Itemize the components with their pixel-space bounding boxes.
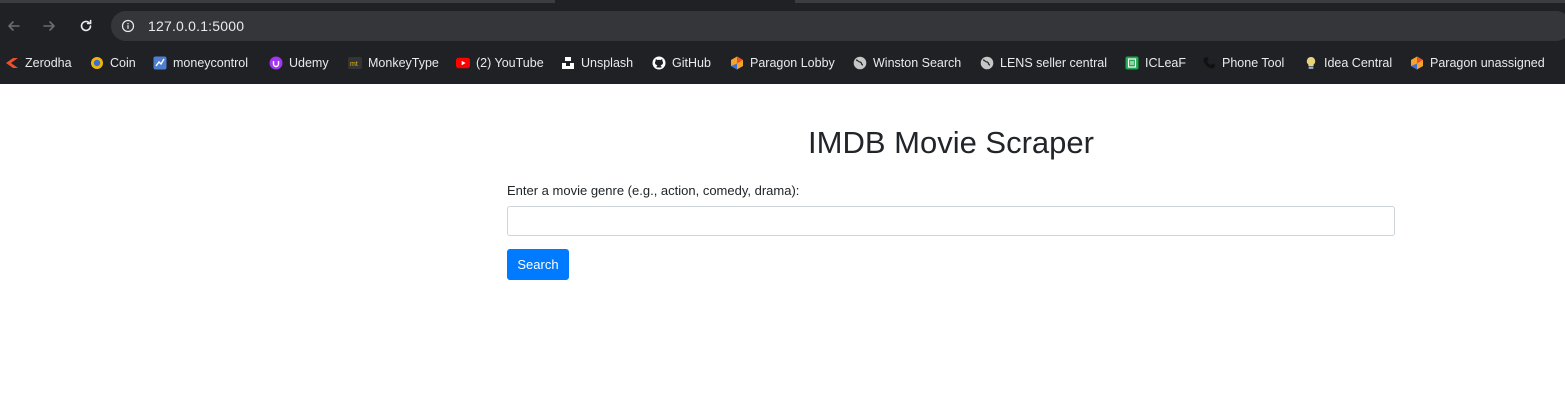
bookmark-monkeytype[interactable]: mt MonkeyType [348, 53, 439, 73]
url-text: 127.0.0.1:5000 [148, 18, 245, 34]
bookmark-label: (2) YouTube [476, 56, 544, 70]
phone-icon [1202, 56, 1216, 70]
monkeytype-icon: mt [348, 56, 362, 70]
forward-button[interactable] [37, 14, 61, 38]
browser-chrome: 127.0.0.1:5000 Zerodha Coin moneycontrol [0, 0, 1565, 84]
udemy-icon [269, 56, 283, 70]
bookmark-label: Udemy [289, 56, 329, 70]
bookmark-label: Phone Tool [1222, 56, 1285, 70]
bookmark-label: Paragon unassigned [1430, 56, 1545, 70]
bookmark-label: moneycontrol [173, 56, 249, 70]
icleaf-icon [1125, 56, 1139, 70]
page-content: IMDB Movie Scraper Enter a movie genre (… [0, 84, 1565, 408]
bookmark-github[interactable]: GitHub [652, 53, 711, 73]
bookmark-icleaf[interactable]: ICLeaF [1125, 53, 1186, 73]
bookmark-udemy[interactable]: Udemy [269, 53, 329, 73]
arrow-left-icon [8, 21, 20, 31]
bookmark-label: Winston Search [873, 56, 962, 70]
paragon-icon [730, 56, 744, 70]
browser-toolbar: 127.0.0.1:5000 [0, 9, 1565, 43]
bookmark-label: Zerodha [25, 56, 72, 70]
svg-text:mt: mt [350, 61, 358, 68]
paragon-icon [1410, 56, 1424, 70]
youtube-icon [456, 56, 470, 70]
bookmark-phone-tool[interactable]: Phone Tool [1202, 53, 1284, 73]
bookmark-label: Unsplash [581, 56, 634, 70]
page-title: IMDB Movie Scraper [808, 125, 1094, 160]
bookmark-coin[interactable]: Coin [90, 53, 136, 73]
bookmark-label: GitHub [672, 56, 711, 70]
tab-edge [795, 0, 1565, 3]
reload-icon [80, 19, 92, 32]
moneycontrol-icon [153, 56, 167, 70]
bookmark-paragon-unassigned[interactable]: Paragon unassigned [1410, 53, 1545, 73]
bookmark-zerodha[interactable]: Zerodha [5, 53, 72, 73]
bookmark-unsplash[interactable]: Unsplash [561, 53, 633, 73]
github-icon [652, 56, 666, 70]
genre-label: Enter a movie genre (e.g., action, comed… [507, 183, 800, 198]
address-bar[interactable]: 127.0.0.1:5000 [111, 11, 1565, 41]
unsplash-icon [561, 56, 575, 70]
bookmark-label: MonkeyType [368, 56, 439, 70]
lightbulb-icon [1304, 56, 1318, 70]
globe-icon [980, 56, 994, 70]
site-info-icon[interactable] [120, 18, 136, 34]
tab-edge [0, 0, 555, 3]
bookmarks-bar: Zerodha Coin moneycontrol Udemy mt Monke… [0, 49, 1565, 77]
bookmark-label: Idea Central [1324, 56, 1393, 70]
coin-icon [90, 56, 104, 70]
reload-button[interactable] [74, 14, 98, 38]
search-button[interactable]: Search [507, 249, 569, 280]
bookmark-winston-search[interactable]: Winston Search [853, 53, 961, 73]
tab-strip [0, 0, 1565, 9]
bookmark-label: Coin [110, 56, 136, 70]
bookmark-paragon-lobby[interactable]: Paragon Lobby [730, 53, 835, 73]
bookmark-youtube[interactable]: (2) YouTube [456, 53, 544, 73]
bookmark-lens-seller-central[interactable]: LENS seller central [980, 53, 1107, 73]
bookmark-moneycontrol[interactable]: moneycontrol [153, 53, 248, 73]
back-button[interactable] [2, 14, 26, 38]
arrow-right-icon [43, 21, 55, 31]
bookmark-idea-central[interactable]: Idea Central [1304, 53, 1392, 73]
zerodha-icon [5, 56, 19, 70]
bookmark-label: Paragon Lobby [750, 56, 835, 70]
globe-icon [853, 56, 867, 70]
bookmark-label: ICLeaF [1145, 56, 1186, 70]
genre-input[interactable] [507, 206, 1395, 236]
bookmark-label: LENS seller central [1000, 56, 1107, 70]
